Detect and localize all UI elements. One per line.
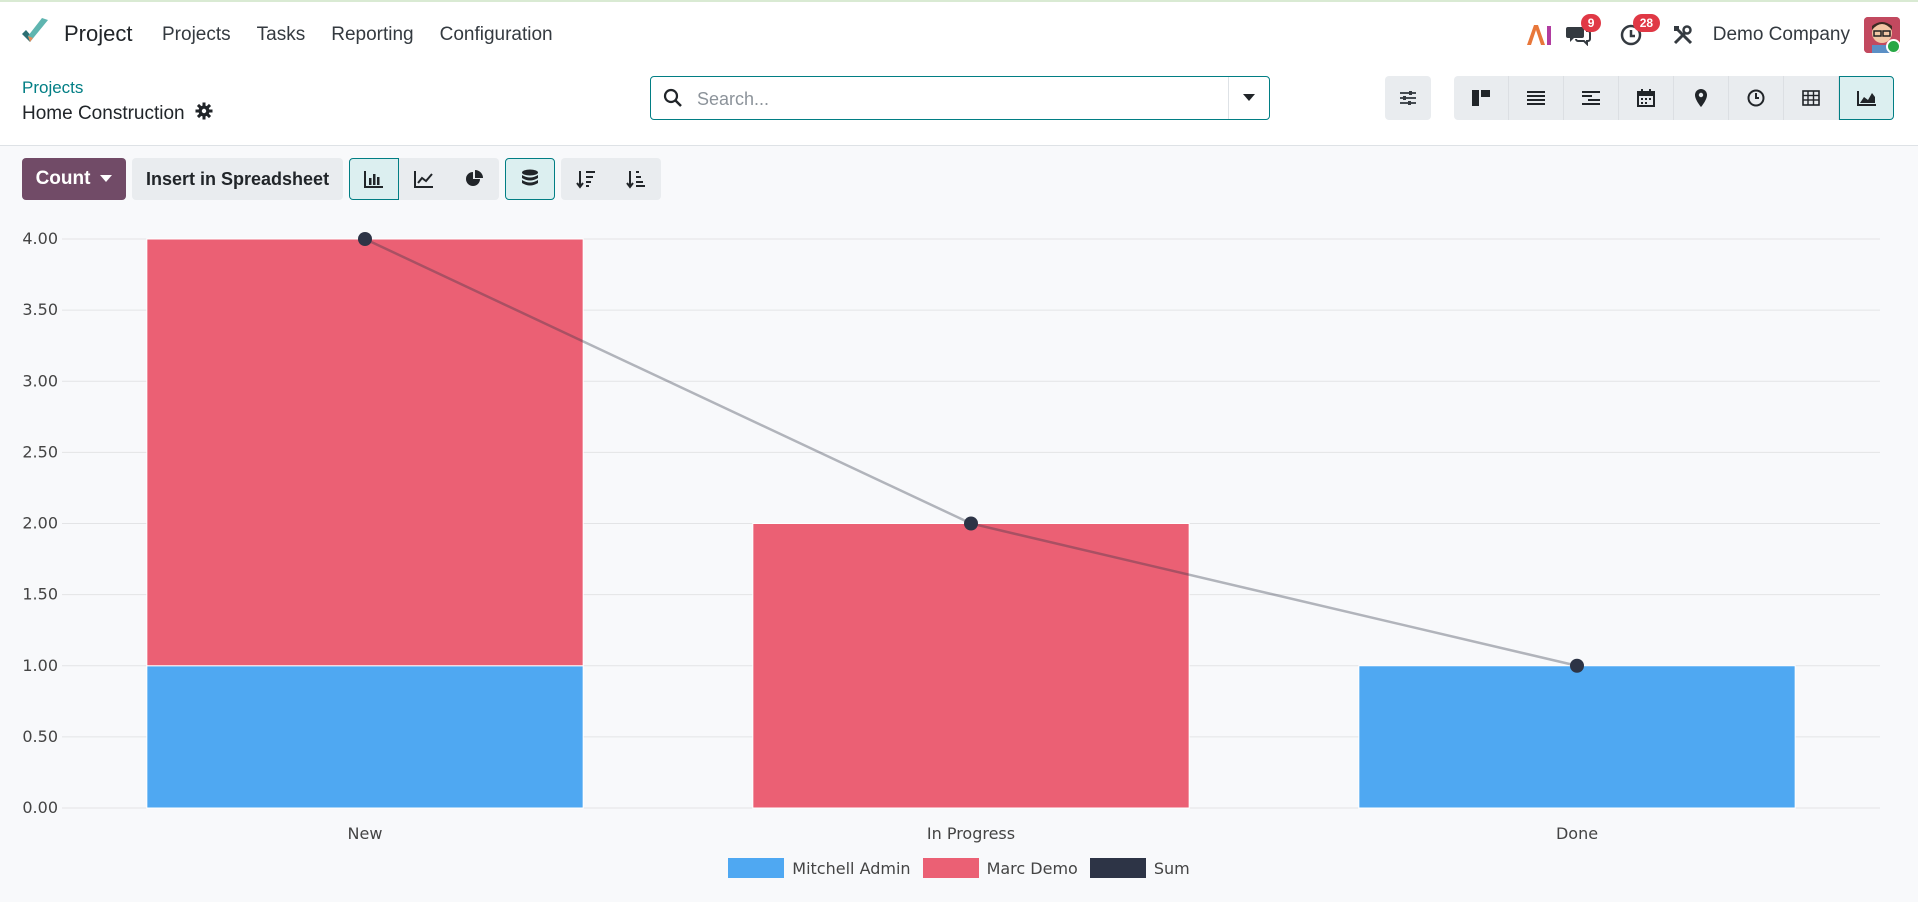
- kanban-view-button[interactable]: [1454, 76, 1509, 120]
- list-view-button[interactable]: [1509, 76, 1564, 120]
- sum-point: [964, 516, 978, 531]
- caret-down-icon: [1243, 94, 1255, 101]
- pie-chart-button[interactable]: [449, 158, 500, 200]
- online-status-dot: [1886, 39, 1900, 53]
- messages-icon[interactable]: 9: [1559, 14, 1602, 54]
- menu-item-projects[interactable]: Projects: [162, 24, 231, 46]
- y-tick-label: 0.00: [22, 798, 58, 817]
- measure-label: Count: [35, 168, 91, 189]
- y-tick-label: 2.50: [22, 442, 58, 461]
- sort-group: [561, 158, 662, 200]
- filter-panel-button[interactable]: [1385, 76, 1431, 120]
- line-chart-icon: [414, 171, 434, 188]
- activities-badge: 28: [1632, 14, 1661, 32]
- table-icon: [1802, 90, 1820, 106]
- graph-toolbar: Count Insert in Spreadsheet: [22, 158, 662, 200]
- insert-in-spreadsheet-button[interactable]: Insert in Spreadsheet: [132, 158, 344, 200]
- x-tick-label: New: [348, 824, 383, 843]
- menu-item-tasks[interactable]: Tasks: [257, 24, 306, 46]
- activity-view-button[interactable]: [1729, 76, 1784, 120]
- search-bar: [650, 76, 1270, 120]
- sort-ascending-icon: [626, 171, 646, 189]
- area-chart-icon: [1856, 91, 1876, 106]
- measures-dropdown-button[interactable]: Count: [22, 158, 126, 200]
- menu-item-configuration[interactable]: Configuration: [440, 24, 553, 46]
- bar-chart-button[interactable]: [349, 158, 400, 200]
- messages-badge: 9: [1580, 14, 1602, 32]
- app-brand[interactable]: Project: [20, 16, 132, 51]
- view-switcher: [1454, 76, 1894, 120]
- y-tick-label: 3.50: [22, 300, 58, 319]
- y-tick-label: 1.00: [22, 656, 58, 675]
- caret-down-icon: [100, 175, 113, 182]
- search-input[interactable]: [695, 83, 1199, 115]
- top-navbar: Project Projects Tasks Reporting Configu…: [0, 0, 1918, 66]
- calendar-view-button[interactable]: [1619, 76, 1674, 120]
- x-tick-label: Done: [1556, 824, 1598, 843]
- app-name[interactable]: Project: [64, 21, 132, 47]
- search-icon: [663, 88, 683, 113]
- y-tick-label: 4.00: [22, 229, 58, 248]
- bar-chart-icon: [364, 171, 384, 188]
- page-title-text: Home Construction: [22, 103, 185, 124]
- legend-label-marc-demo: Marc Demo: [986, 858, 1078, 878]
- database-icon: [522, 169, 539, 186]
- menu-item-reporting[interactable]: Reporting: [331, 24, 413, 46]
- search-options-toggle[interactable]: [1228, 77, 1269, 119]
- sort-descending-icon: [576, 171, 596, 189]
- legend-label-sum: Sum: [1153, 858, 1190, 878]
- gear-icon[interactable]: [195, 102, 213, 126]
- legend-swatch-marc-demo: [922, 858, 979, 878]
- sliders-icon: [1400, 91, 1416, 105]
- project-app-icon[interactable]: [20, 16, 50, 51]
- legend-swatch-sum: [1089, 858, 1146, 878]
- sort-descending-button[interactable]: [561, 158, 612, 200]
- chart-type-group: [349, 158, 500, 200]
- sum-point: [358, 232, 372, 246]
- legend-label-mitchell-admin: Mitchell Admin: [792, 858, 911, 878]
- gantt-icon: [1582, 91, 1600, 105]
- systray: 9 28 Demo Company: [1519, 14, 1900, 54]
- control-panel: Projects Home Construction: [0, 66, 1918, 146]
- map-pin-icon: [1695, 89, 1707, 107]
- sort-ascending-button[interactable]: [611, 158, 662, 200]
- legend-item-marc-demo[interactable]: Marc Demo: [922, 858, 1078, 878]
- breadcrumb-projects-link[interactable]: Projects: [22, 78, 83, 98]
- kanban-icon: [1472, 90, 1490, 106]
- graph-view-button[interactable]: [1839, 76, 1894, 120]
- line-chart-button[interactable]: [399, 158, 450, 200]
- main-menu: Projects Tasks Reporting Configuration: [162, 24, 553, 46]
- ai-icon[interactable]: [1519, 16, 1559, 54]
- pivot-view-button[interactable]: [1784, 76, 1839, 120]
- user-avatar[interactable]: [1864, 17, 1900, 53]
- sum-point: [1570, 658, 1584, 673]
- bar-marc-demo: [146, 238, 584, 667]
- stacked-toggle-button[interactable]: [505, 158, 556, 200]
- stacked-bar-chart: 0.00 0.50 1.00 1.50 2.00 2.50 3.00 3.50 4.00 New I…: [22, 229, 1880, 843]
- calendar-icon: [1637, 89, 1655, 107]
- clock-icon: [1747, 89, 1765, 107]
- stack-toggle-group: [505, 158, 556, 200]
- legend-item-mitchell-admin[interactable]: Mitchell Admin: [728, 858, 911, 878]
- page-title: Home Construction: [22, 102, 213, 126]
- y-tick-label: 1.50: [22, 585, 58, 604]
- legend-swatch-mitchell-admin: [728, 858, 785, 878]
- bar-marc-demo: [752, 523, 1190, 809]
- pie-chart-icon: [466, 170, 484, 186]
- legend-item-sum[interactable]: Sum: [1089, 858, 1190, 878]
- tools-icon[interactable]: [1663, 16, 1703, 54]
- list-icon: [1527, 91, 1545, 105]
- company-switcher[interactable]: Demo Company: [1713, 24, 1850, 46]
- y-tick-label: 3.00: [22, 371, 58, 390]
- bar-mitchell-admin: [1358, 665, 1796, 809]
- map-view-button[interactable]: [1674, 76, 1729, 120]
- bar-mitchell-admin: [146, 665, 584, 809]
- activities-icon[interactable]: 28: [1611, 14, 1661, 54]
- gantt-view-button[interactable]: [1564, 76, 1619, 120]
- chart-legend: Mitchell Admin Marc Demo Sum: [0, 858, 1918, 878]
- graph-view: 0.00 0.50 1.00 1.50 2.00 2.50 3.00 3.50 4.00 New I…: [0, 215, 1918, 902]
- y-tick-label: 0.50: [22, 727, 58, 746]
- x-tick-label: In Progress: [927, 824, 1015, 843]
- y-tick-label: 2.00: [22, 514, 58, 533]
